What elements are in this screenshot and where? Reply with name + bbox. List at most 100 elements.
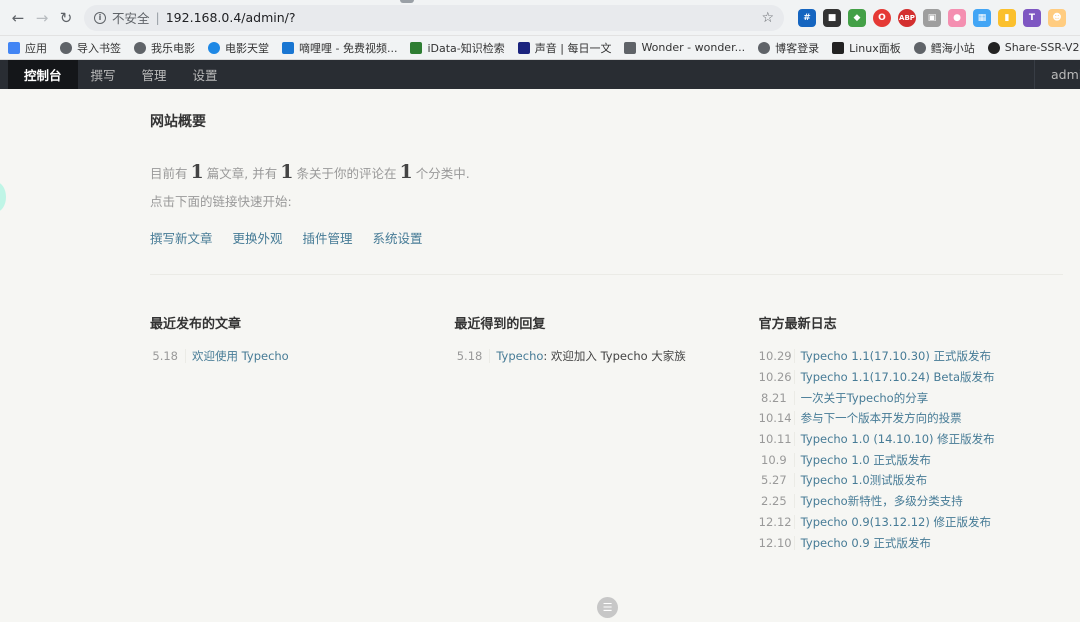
folder-extension-icon[interactable]: ▮ <box>998 8 1016 27</box>
apps-grid-icon <box>8 41 20 54</box>
recent-replies-title: 最近得到的回复 <box>454 317 546 332</box>
cat-extension-icon[interactable]: ● <box>948 8 966 27</box>
list-item: 10.11 Typecho 1.0 (14.10.10) 修正版发布 <box>759 429 1063 450</box>
plugin-manage-link[interactable]: 插件管理 <box>303 228 353 247</box>
menu-lines-icon[interactable]: ☰ <box>597 597 618 618</box>
menu-manage[interactable]: 管理 <box>129 60 180 89</box>
menu-settings[interactable]: 设置 <box>180 60 231 89</box>
log-link[interactable]: 参与下一个版本开发方向的投票 <box>801 410 962 426</box>
log-date: 12.10 <box>759 535 795 550</box>
list-item: 10.9 Typecho 1.0 正式版发布 <box>759 449 1063 470</box>
bookmark-apps[interactable]: 应用 <box>8 40 47 56</box>
post-link[interactable]: 欢迎使用 Typecho <box>192 348 289 364</box>
list-item: 10.26 Typecho 1.1(17.10.24) Beta版发布 <box>759 367 1063 388</box>
comment-count: 1 <box>280 161 294 183</box>
bookmark-item[interactable]: Share-SSR-V2ray/... <box>987 41 1080 54</box>
reply-text: : 欢迎加入 Typecho 大家族 <box>543 349 686 364</box>
bookmark-item[interactable]: 我乐电影 <box>134 40 195 56</box>
bookmark-item[interactable]: iData-知识检索 <box>410 40 505 56</box>
log-date: 2.25 <box>759 494 795 509</box>
text-extension-icon[interactable]: T <box>1023 8 1041 27</box>
bookmark-item[interactable]: Wonder - wonder... <box>624 41 745 54</box>
list-item: 5.18 Typecho: 欢迎加入 Typecho 大家族 <box>454 346 758 367</box>
bookmark-item[interactable]: 鳕海小站 <box>913 40 975 56</box>
admin-menu-bar: 控制台 撰写 管理 设置 admin <box>0 60 1080 89</box>
book-icon <box>410 41 423 54</box>
page-title: 网站概要 <box>150 114 206 130</box>
change-theme-link[interactable]: 更换外观 <box>233 228 283 247</box>
url-text[interactable]: 192.168.0.4/admin/? <box>166 10 296 25</box>
log-date: 10.26 <box>759 370 795 385</box>
hash-extension-icon[interactable]: # <box>798 8 816 27</box>
image-extension-icon[interactable]: ▣ <box>923 8 941 27</box>
list-item: 10.29 Typecho 1.1(17.10.30) 正式版发布 <box>759 346 1063 367</box>
address-bar[interactable]: i 不安全 | 192.168.0.4/admin/? ☆ <box>84 4 784 31</box>
log-link[interactable]: 一次关于Typecho的分享 <box>801 390 929 406</box>
grid-extension-icon[interactable]: ▦ <box>973 8 991 27</box>
section-divider <box>150 274 1063 275</box>
globe-icon <box>134 41 146 54</box>
face-extension-icon[interactable]: ☻ <box>1048 8 1066 27</box>
log-date: 8.21 <box>759 390 795 405</box>
log-link[interactable]: Typecho 1.0 正式版发布 <box>801 452 931 468</box>
log-link[interactable]: Typecho 0.9 正式版发布 <box>801 535 931 551</box>
main-content: 网站概要 目前有 1 篇文章, 并有 1 条关于你的评论在 1 个分类中. 点击下面的链接快… <box>0 111 1080 553</box>
bookmark-item[interactable]: 嘀哩哩 - 免费视频... <box>282 40 397 56</box>
bookmark-item[interactable]: 声音 | 每日一文 <box>517 40 611 56</box>
user-profile-link[interactable]: admin <box>1034 60 1080 89</box>
bookmark-star-icon[interactable]: ☆ <box>761 10 774 26</box>
gear-icon <box>60 41 72 54</box>
insecure-label: 不安全 <box>112 11 150 26</box>
write-post-link[interactable]: 撰写新文章 <box>150 228 213 247</box>
reply-author-link[interactable]: Typecho <box>496 349 543 363</box>
bookmark-item[interactable]: Linux面板 <box>832 40 901 56</box>
list-item: 12.10 Typecho 0.9 正式版发布 <box>759 532 1063 553</box>
list-item: 5.18 欢迎使用 Typecho <box>150 346 454 367</box>
log-link[interactable]: Typecho 0.9(13.12.12) 修正版发布 <box>801 514 991 530</box>
github-icon <box>987 41 1000 54</box>
log-link[interactable]: Typecho 1.0 (14.10.10) 修正版发布 <box>801 431 995 447</box>
shield-icon <box>208 41 220 54</box>
site-summary: 目前有 1 篇文章, 并有 1 条关于你的评论在 1 个分类中. <box>150 161 470 183</box>
bookmark-item[interactable]: 博客登录 <box>758 40 819 56</box>
list-item: 8.21 一次关于Typecho的分享 <box>759 387 1063 408</box>
menu-dashboard[interactable]: 控制台 <box>8 60 78 89</box>
extension-icons: # ■ ◆ O ABP ▣ ● ▦ ▮ T ☻ <box>798 8 1066 27</box>
globe-icon <box>913 41 926 54</box>
log-date: 12.12 <box>759 514 795 529</box>
adblock-extension-icon[interactable]: ABP <box>898 8 916 27</box>
log-date: 10.29 <box>759 349 795 364</box>
post-count: 1 <box>190 161 204 183</box>
globe-icon <box>758 41 771 54</box>
wonder-icon <box>624 41 637 54</box>
official-log-title: 官方最新日志 <box>758 317 837 332</box>
bookmark-item[interactable]: 电影天堂 <box>208 40 269 56</box>
menu-write[interactable]: 撰写 <box>78 60 129 89</box>
reload-icon[interactable]: ↻ <box>54 6 78 30</box>
log-date: 10.11 <box>759 432 795 447</box>
leaf-extension-icon[interactable]: ◆ <box>848 8 866 27</box>
url-separator: | <box>155 10 160 25</box>
forward-arrow-icon[interactable]: → <box>30 6 54 30</box>
bookmark-import[interactable]: 导入书签 <box>60 40 121 56</box>
log-link[interactable]: Typecho新特性，多级分类支持 <box>801 493 963 509</box>
notification-extension-icon[interactable]: ■ <box>823 8 841 27</box>
recent-replies-section: 最近得到的回复 5.18 Typecho: 欢迎加入 Typecho 大家族 <box>454 313 758 553</box>
post-date: 5.18 <box>150 349 186 364</box>
browser-toolbar: ← → ↻ i 不安全 | 192.168.0.4/admin/? ☆ # ■ … <box>0 0 1080 36</box>
log-link[interactable]: Typecho 1.1(17.10.24) Beta版发布 <box>801 369 995 385</box>
log-date: 5.27 <box>759 473 795 488</box>
text-icon <box>517 41 530 54</box>
back-arrow-icon[interactable]: ← <box>6 6 30 30</box>
list-item: 10.14 参与下一个版本开发方向的投票 <box>759 408 1063 429</box>
reply-date: 5.18 <box>454 349 491 364</box>
log-link[interactable]: Typecho 1.0测试版发布 <box>801 472 928 488</box>
system-settings-link[interactable]: 系统设置 <box>373 228 423 247</box>
log-date: 10.14 <box>759 411 795 426</box>
dashboard-columns: 最近发布的文章 5.18 欢迎使用 Typecho 最近得到的回复 5.18 T… <box>150 313 1063 553</box>
info-icon[interactable]: i <box>94 11 106 24</box>
opera-extension-icon[interactable]: O <box>873 8 891 27</box>
list-item: 12.12 Typecho 0.9(13.12.12) 修正版发布 <box>759 512 1063 533</box>
bookmarks-bar: 应用 导入书签 我乐电影 电影天堂 嘀哩哩 - 免费视频... iData-知识… <box>0 36 1080 60</box>
log-link[interactable]: Typecho 1.1(17.10.30) 正式版发布 <box>801 348 991 364</box>
